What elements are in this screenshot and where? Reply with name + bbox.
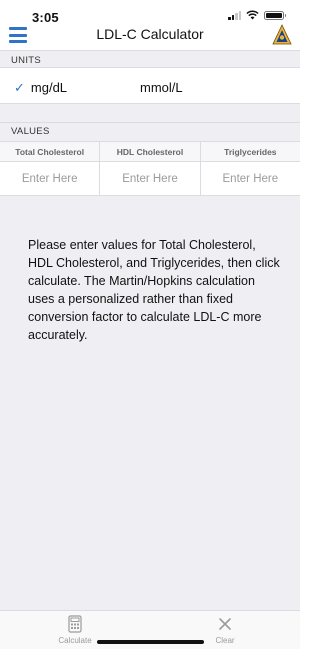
hdl-cholesterol-input[interactable] bbox=[100, 162, 200, 195]
instructions-text: Please enter values for Total Cholestero… bbox=[28, 238, 280, 342]
hdl-cholesterol-column: HDL Cholesterol bbox=[100, 142, 201, 195]
values-section-header: VALUES bbox=[0, 122, 300, 142]
clear-button[interactable]: Clear bbox=[195, 615, 255, 645]
status-icons bbox=[228, 10, 286, 20]
triglycerides-input[interactable] bbox=[200, 162, 300, 195]
section-spacer bbox=[0, 104, 300, 122]
battery-icon bbox=[264, 10, 286, 20]
units-section-header: UNITS bbox=[0, 50, 300, 68]
triglycerides-column: Triglycerides bbox=[200, 142, 300, 195]
unit-option-mmol-l[interactable]: mmol/L bbox=[140, 80, 183, 95]
hdl-cholesterol-header: HDL Cholesterol bbox=[100, 142, 200, 162]
calculator-icon bbox=[68, 615, 82, 633]
triglycerides-header: Triglycerides bbox=[200, 142, 300, 162]
wifi-icon bbox=[246, 10, 259, 20]
total-cholesterol-input[interactable] bbox=[0, 162, 100, 195]
units-selector: ✓ mg/dL mmol/L bbox=[0, 68, 300, 104]
unit-option-label: mmol/L bbox=[140, 80, 183, 95]
values-table: Total Cholesterol HDL Cholesterol Trigly… bbox=[0, 141, 300, 196]
unit-option-mg-dl[interactable]: ✓ mg/dL bbox=[14, 80, 67, 96]
total-cholesterol-header: Total Cholesterol bbox=[0, 142, 100, 162]
home-indicator[interactable] bbox=[97, 640, 204, 644]
calculate-label: Calculate bbox=[58, 636, 92, 645]
hopkins-shield-logo-icon bbox=[272, 24, 292, 45]
calculate-button[interactable]: Calculate bbox=[45, 615, 105, 645]
navigation-bar: LDL-C Calculator bbox=[0, 24, 300, 50]
status-time: 3:05 bbox=[32, 10, 59, 25]
total-cholesterol-column: Total Cholesterol bbox=[0, 142, 101, 195]
status-bar: 3:05 bbox=[0, 0, 300, 25]
checkmark-icon: ✓ bbox=[14, 80, 25, 95]
unit-option-label: mg/dL bbox=[30, 80, 68, 95]
clear-label: Clear bbox=[215, 636, 235, 645]
close-x-icon bbox=[219, 618, 231, 630]
page-title: LDL-C Calculator bbox=[96, 26, 204, 42]
cellular-signal-icon bbox=[228, 10, 241, 20]
